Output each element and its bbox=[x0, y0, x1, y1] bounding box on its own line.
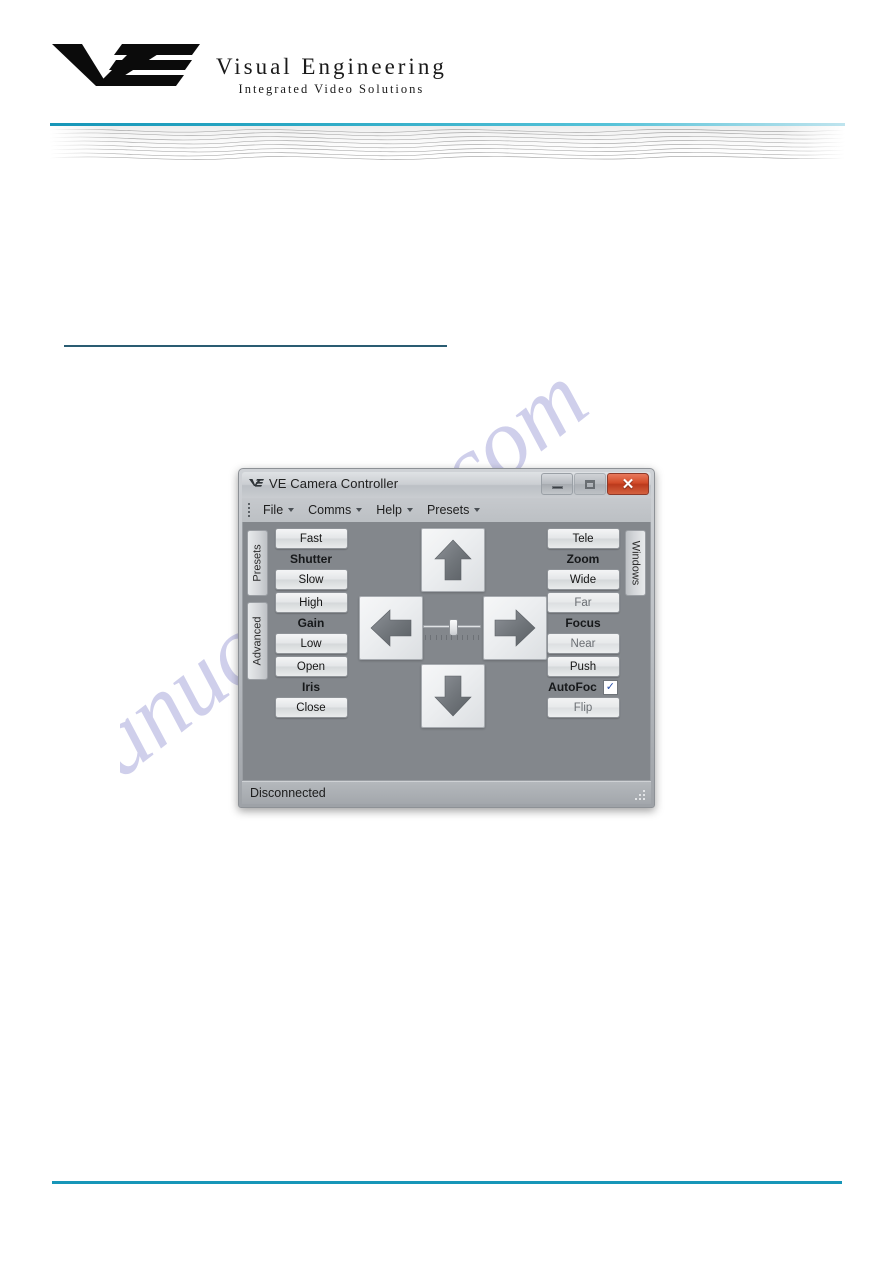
arrow-left-icon bbox=[370, 609, 412, 647]
menu-item-comms[interactable]: Comms bbox=[301, 501, 369, 519]
maximize-button[interactable] bbox=[574, 473, 606, 495]
sidebar-tab-windows-label: Windows bbox=[629, 540, 642, 586]
sidebar-tab-advanced[interactable]: Advanced bbox=[247, 602, 268, 680]
gain-high-button[interactable]: High bbox=[274, 592, 348, 613]
arrow-up-button[interactable] bbox=[421, 528, 485, 592]
autofocus-row: AutoFoc ✓ bbox=[544, 677, 622, 697]
menu-grip-icon[interactable] bbox=[246, 503, 252, 517]
speed-slider[interactable] bbox=[423, 614, 481, 644]
arrow-right-icon bbox=[494, 609, 536, 647]
window-inner: VE Camera Controller ✕ File Comms Help P… bbox=[242, 472, 651, 804]
arrow-up-icon bbox=[434, 539, 472, 581]
chevron-down-icon bbox=[288, 508, 295, 512]
zoom-tele-button[interactable]: Tele bbox=[546, 528, 620, 549]
autofocus-checkbox[interactable]: ✓ bbox=[602, 679, 618, 695]
menu-item-presets-label: Presets bbox=[426, 503, 470, 517]
brand-text-block: Visual Engineering Integrated Video Solu… bbox=[216, 55, 447, 99]
chevron-down-icon bbox=[406, 508, 413, 512]
gain-group-label: Gain bbox=[297, 616, 325, 630]
window-controls: ✕ bbox=[540, 473, 649, 495]
gain-group: High Gain Low bbox=[272, 592, 350, 654]
window-titlebar[interactable]: VE Camera Controller ✕ bbox=[242, 472, 651, 498]
autofocus-label: AutoFoc bbox=[548, 680, 597, 694]
shutter-group: Fast Shutter Slow bbox=[272, 528, 350, 590]
flip-button[interactable]: Flip bbox=[546, 697, 620, 718]
brand-tagline: Integrated Video Solutions bbox=[238, 81, 425, 96]
control-pane: Presets Advanced Windows Fast Shutter Sl… bbox=[247, 526, 646, 776]
focus-group: Far Focus Near bbox=[544, 592, 622, 654]
arrow-down-icon bbox=[434, 675, 472, 717]
zoom-wide-button[interactable]: Wide bbox=[546, 569, 620, 590]
window-client-area: Presets Advanced Windows Fast Shutter Sl… bbox=[242, 522, 651, 781]
speed-slider-ticks bbox=[425, 635, 479, 641]
gain-low-button[interactable]: Low bbox=[274, 633, 348, 654]
focus-near-button[interactable]: Near bbox=[546, 633, 620, 654]
resize-grip-icon[interactable] bbox=[634, 789, 646, 801]
minimize-icon bbox=[551, 485, 563, 489]
shutter-slow-button[interactable]: Slow bbox=[274, 569, 348, 590]
chevron-down-icon bbox=[356, 508, 363, 512]
page-header: Visual Engineering Integrated Video Solu… bbox=[0, 0, 893, 165]
menu-item-presets[interactable]: Presets bbox=[420, 501, 487, 519]
brand-name: Visual Engineering bbox=[216, 53, 447, 79]
focus-push-button[interactable]: Push bbox=[546, 656, 620, 677]
chevron-down-icon bbox=[474, 508, 481, 512]
menu-item-help-label: Help bbox=[376, 503, 402, 517]
focus-far-button[interactable]: Far bbox=[546, 592, 620, 613]
arrow-left-button[interactable] bbox=[359, 596, 423, 660]
right-control-column: Tele Zoom Wide Far Focus Near Push AutoF… bbox=[544, 528, 622, 720]
iris-group-label: Iris bbox=[301, 680, 320, 694]
connection-status: Disconnected bbox=[250, 786, 326, 800]
window-title: VE Camera Controller bbox=[269, 476, 399, 491]
pan-tilt-dpad bbox=[359, 528, 547, 753]
maximize-icon bbox=[585, 479, 595, 489]
focus-group-label: Focus bbox=[565, 616, 601, 630]
left-control-column: Fast Shutter Slow High Gain Low Open Iri… bbox=[272, 528, 350, 720]
statusbar: Disconnected bbox=[242, 781, 651, 804]
zoom-group-label: Zoom bbox=[566, 552, 600, 566]
zoom-group: Tele Zoom Wide bbox=[544, 528, 622, 590]
shutter-group-label: Shutter bbox=[290, 552, 332, 566]
iris-open-button[interactable]: Open bbox=[274, 656, 348, 677]
ve-logo-icon bbox=[52, 44, 200, 86]
iris-close-button[interactable]: Close bbox=[274, 697, 348, 718]
menu-item-comms-label: Comms bbox=[308, 503, 352, 517]
company-logo: Visual Engineering Integrated Video Solu… bbox=[52, 38, 447, 98]
section-divider-rule bbox=[64, 345, 447, 347]
shutter-fast-button[interactable]: Fast bbox=[274, 528, 348, 549]
arrow-down-button[interactable] bbox=[421, 664, 485, 728]
header-wave-graphic bbox=[50, 126, 845, 162]
iris-group: Open Iris Close bbox=[272, 656, 350, 718]
sidebar-tab-presets-label: Presets bbox=[251, 544, 264, 582]
close-button[interactable]: ✕ bbox=[607, 473, 649, 495]
menu-item-file[interactable]: File bbox=[256, 501, 301, 519]
speed-slider-thumb[interactable] bbox=[449, 619, 458, 636]
minimize-button[interactable] bbox=[541, 473, 573, 495]
footer-accent-rule bbox=[52, 1181, 842, 1184]
sidebar-tab-windows[interactable]: Windows bbox=[625, 530, 646, 596]
menu-item-help[interactable]: Help bbox=[369, 501, 420, 519]
arrow-right-button[interactable] bbox=[483, 596, 547, 660]
camera-controller-window[interactable]: VE Camera Controller ✕ File Comms Help P… bbox=[238, 468, 655, 808]
close-icon: ✕ bbox=[621, 475, 635, 493]
sidebar-tab-advanced-label: Advanced bbox=[251, 616, 264, 666]
menubar: File Comms Help Presets bbox=[242, 498, 651, 523]
ve-app-icon bbox=[249, 479, 264, 487]
menu-item-file-label: File bbox=[263, 503, 284, 517]
sidebar-tab-presets[interactable]: Presets bbox=[247, 530, 268, 596]
autofocus-group: Push AutoFoc ✓ Flip bbox=[544, 656, 622, 718]
